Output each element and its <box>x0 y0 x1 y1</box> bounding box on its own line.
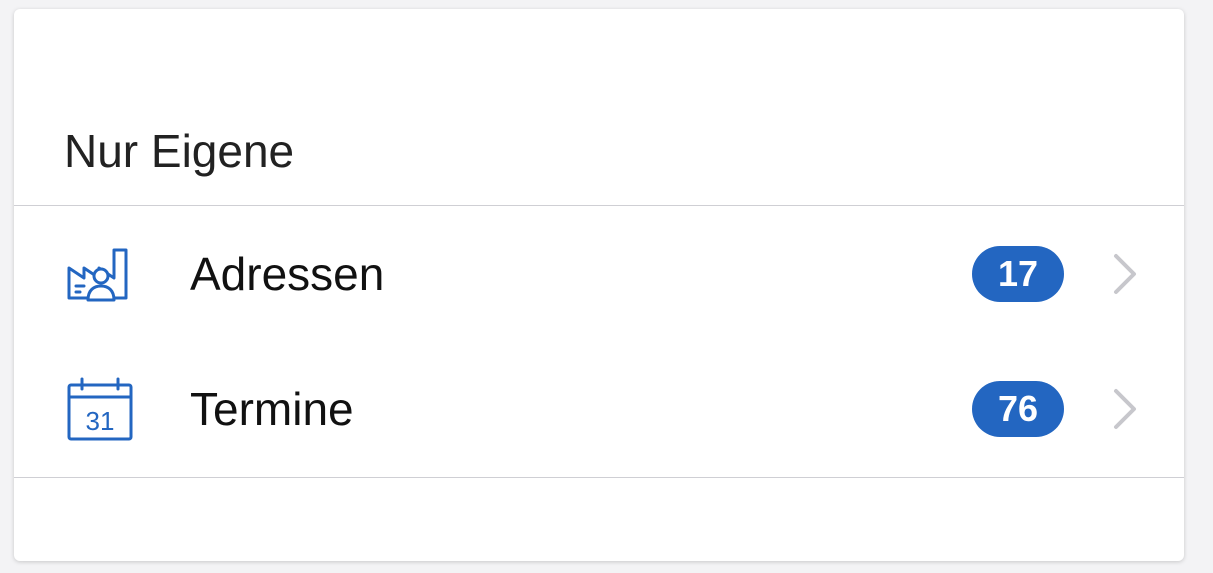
list-divider <box>14 477 1184 478</box>
section-title: Nur Eigene <box>64 125 295 177</box>
count-badge: 76 <box>972 381 1064 437</box>
count-badge: 17 <box>972 246 1064 302</box>
list-item-adressen[interactable]: Adressen 17 <box>14 206 1184 341</box>
list-item-label: Termine <box>190 383 354 435</box>
chevron-right-icon <box>1108 250 1140 298</box>
filter-card: Nur Eigene Adressen 17 31 Termine 76 <box>14 9 1184 561</box>
chevron-right-icon <box>1108 385 1140 433</box>
list-item-label: Adressen <box>190 248 385 300</box>
list-item-termine[interactable]: 31 Termine 76 <box>14 341 1184 476</box>
item-list: Adressen 17 31 Termine 76 <box>14 206 1184 476</box>
calendar-icon: 31 <box>64 373 136 445</box>
section-header: Nur Eigene <box>14 9 1184 206</box>
factory-person-icon <box>64 238 136 310</box>
calendar-day-number: 31 <box>86 406 115 436</box>
